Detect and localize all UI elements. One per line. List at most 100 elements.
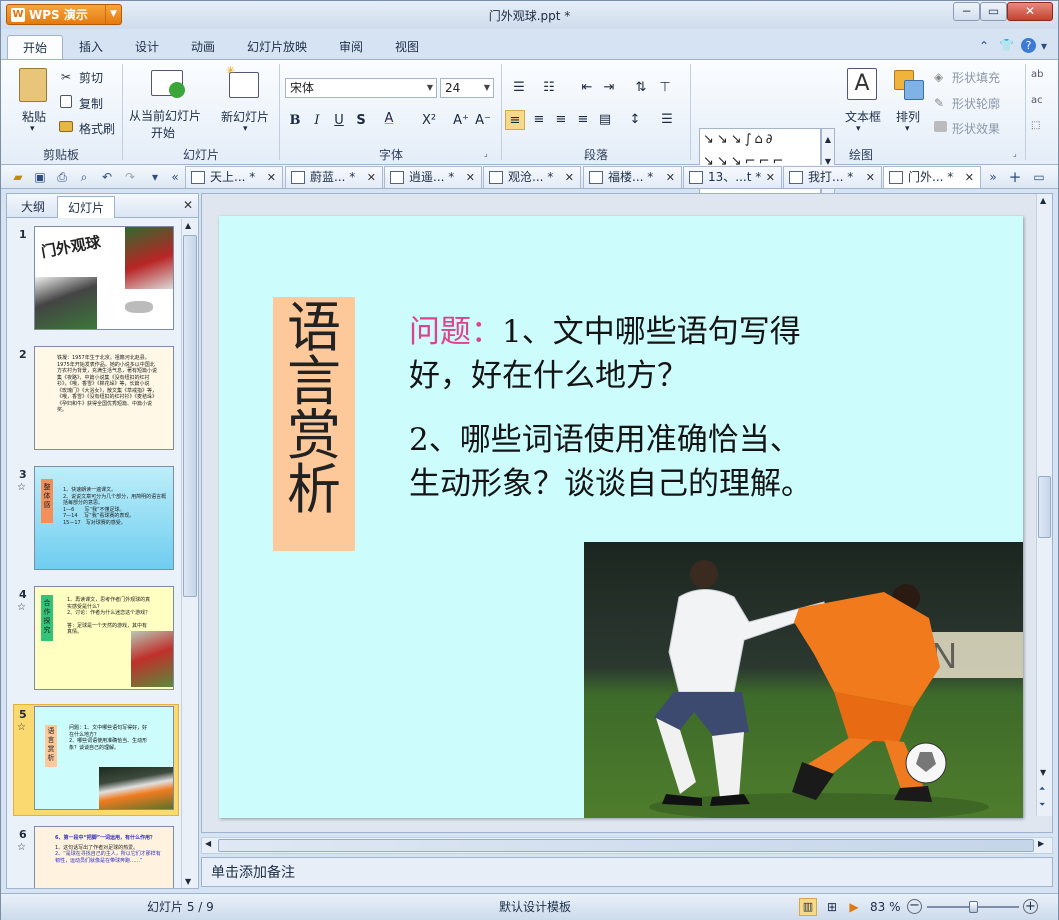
save-icon[interactable]: ▣ [32, 169, 48, 185]
hscrollbar-thumb[interactable] [218, 839, 1034, 852]
slide-thumbnail-5[interactable]: 语言赏析 问题：1、文中哪些语句写得好，好在什么地方？ 2、哪些词语使用准确恰当、… [34, 706, 174, 810]
font-color-button[interactable]: A [379, 109, 399, 129]
chevron-down-icon[interactable]: ▼ [424, 79, 436, 97]
tab-start[interactable]: 开始 [7, 35, 63, 59]
doc-tab[interactable]: 13、...t * ✕ [683, 166, 782, 188]
text-direction-icon[interactable]: ⇅ [631, 78, 651, 98]
font-size-combo[interactable]: 24 ▼ [440, 78, 494, 98]
cut-button[interactable]: 剪切 [79, 69, 103, 86]
print-preview-icon[interactable]: ⌕ [76, 169, 92, 185]
help-icon[interactable]: ? [1021, 38, 1036, 53]
underline-button[interactable]: U [329, 111, 349, 131]
slide-sorter-icon[interactable]: ⊞ [823, 898, 841, 916]
scrollbar-thumb[interactable] [183, 235, 197, 597]
from-current-slide-label2[interactable]: 开始 [151, 124, 175, 141]
slide-thumbnail-6[interactable]: 6、第一段中“把脚”一词运用，有什么作用？ 1、这句话写出了作者对足球的热爱。 … [34, 826, 174, 888]
align-center-button[interactable]: ≡ [529, 110, 549, 130]
italic-button[interactable]: I [307, 111, 327, 131]
align-text-icon[interactable]: ⊤ [655, 78, 675, 98]
line-spacing-icon[interactable]: ↕ [625, 110, 645, 130]
scroll-down-icon[interactable]: ▼ [1040, 768, 1046, 777]
minimize-button[interactable]: − [953, 2, 980, 21]
print-icon[interactable]: ⎙ [54, 169, 70, 185]
doc-tab[interactable]: 观沧... * ✕ [483, 166, 581, 188]
textbox-button[interactable]: 文本框 [845, 108, 881, 125]
normal-view-icon[interactable]: ▥ [799, 898, 817, 916]
scroll-up-icon[interactable]: ▲ [185, 221, 191, 230]
tabs-left-icon[interactable]: « [167, 169, 183, 185]
bold-button[interactable]: B [285, 111, 305, 131]
arrange-dropdown-icon[interactable]: ▾ [905, 124, 910, 134]
close-button[interactable]: ✕ [1007, 2, 1053, 21]
undo-icon[interactable]: ↶ [99, 169, 115, 185]
new-tab-icon[interactable]: + [1007, 169, 1023, 185]
scroll-right-icon[interactable]: ▶ [1038, 839, 1044, 848]
slide-thumbnail-1[interactable]: 门外观球 [34, 226, 174, 330]
slide-thumbnail-4[interactable]: 合作探究 1、再读课文，思考作者门外观球的真实感受是什么？ 2、讨论：作者为什么迷… [34, 586, 174, 690]
design-template-label[interactable]: 默认设计模板 [499, 894, 571, 920]
font-family-combo[interactable]: 宋体 ▼ [285, 78, 437, 98]
shrink-font-button[interactable]: A⁻ [473, 111, 493, 131]
tab-list-icon[interactable]: ▭ [1031, 169, 1047, 185]
tab-animation[interactable]: 动画 [179, 35, 227, 59]
ribbon-collapse-icon[interactable]: ⌃ [979, 39, 989, 53]
zoom-in-button[interactable]: + [1023, 899, 1038, 914]
distribute-button[interactable]: ▤ [595, 110, 615, 130]
arrange-button[interactable]: 排列 [896, 108, 920, 125]
zoom-slider-thumb[interactable] [969, 901, 979, 913]
close-icon[interactable]: ✕ [766, 167, 775, 188]
open-folder-icon[interactable]: ▰ [10, 169, 26, 185]
paste-dropdown-icon[interactable]: ▾ [30, 124, 35, 134]
superscript-button[interactable]: X² [419, 111, 439, 131]
zoom-out-button[interactable]: − [907, 899, 922, 914]
previous-slide-icon[interactable]: ⏶ [1039, 784, 1045, 794]
close-icon[interactable]: ✕ [866, 167, 875, 188]
textbox-dropdown-icon[interactable]: ▾ [856, 124, 861, 134]
decrease-indent-icon[interactable]: ⇤ [577, 78, 597, 98]
doc-tab[interactable]: 福楼... * ✕ [583, 166, 682, 188]
question-1-text[interactable]: 问题：1、文中哪些语句写得 好，好在什么地方？ [409, 310, 889, 398]
tab-slideshow[interactable]: 幻灯片放映 [237, 35, 317, 59]
tabs-right-icon[interactable]: » [985, 169, 1001, 185]
dialog-launcher-icon[interactable]: ⌟ [484, 149, 488, 158]
shape-effect-button[interactable]: 形状效果 [952, 120, 1000, 137]
replace-icon[interactable]: ac [1031, 95, 1043, 106]
chevron-down-icon[interactable]: ▼ [481, 79, 493, 97]
columns-icon[interactable]: ☰ [657, 110, 677, 130]
tab-slides[interactable]: 幻灯片 [57, 196, 115, 218]
slides-pane-scrollbar[interactable]: ▲ ▼ [181, 219, 198, 888]
scroll-up-icon[interactable]: ▲ [1040, 196, 1046, 205]
close-icon[interactable]: ✕ [666, 167, 675, 188]
scroll-down-icon[interactable]: ▼ [185, 877, 191, 886]
slide-editor-scrollbar[interactable]: ▲ ▼ ⏶ ⏷ [1036, 194, 1052, 816]
shape-outline-button[interactable]: 形状轮廓 [952, 95, 1000, 112]
new-slide-dropdown-icon[interactable]: ▾ [243, 124, 248, 134]
soccer-photo[interactable]: N [584, 542, 1023, 818]
scrollbar-thumb[interactable] [1038, 476, 1051, 538]
quick-access-dropdown-icon[interactable]: ▾ [147, 169, 163, 185]
numbering-icon[interactable]: ☷ [539, 78, 559, 98]
new-slide-button[interactable]: 新幻灯片 [221, 108, 269, 125]
shirt-icon[interactable]: 👕 [999, 38, 1014, 52]
close-icon[interactable]: ✕ [466, 167, 475, 188]
close-icon[interactable]: ✕ [965, 167, 974, 188]
close-icon[interactable]: ✕ [183, 198, 193, 212]
doc-tab[interactable]: 我打... * ✕ [783, 166, 882, 188]
current-slide[interactable]: 语言赏析 问题：1、文中哪些语句写得 好，好在什么地方？ 2、哪些词语使用准确恰… [219, 216, 1023, 818]
tab-view[interactable]: 视图 [383, 35, 431, 59]
align-left-button[interactable]: ≡ [505, 110, 525, 130]
tab-outline[interactable]: 大纲 [11, 196, 55, 218]
slide-editor-hscrollbar[interactable]: ◀ ▶ [201, 837, 1053, 854]
close-icon[interactable]: ✕ [267, 167, 276, 188]
zoom-value[interactable]: 83 % [870, 894, 901, 920]
copy-button[interactable]: 复制 [79, 95, 103, 112]
align-right-button[interactable]: ≡ [551, 110, 571, 130]
doc-tab[interactable]: 天上... * ✕ [185, 166, 283, 188]
format-painter-button[interactable]: 格式刷 [79, 120, 115, 137]
tab-design[interactable]: 设计 [123, 35, 171, 59]
notes-pane[interactable]: 单击添加备注 [201, 857, 1053, 887]
question-2-text[interactable]: 2、哪些词语使用准确恰当、 生动形象？谈谈自己的理解。 [409, 418, 889, 506]
shape-fill-button[interactable]: 形状填充 [952, 69, 1000, 86]
next-slide-icon[interactable]: ⏷ [1039, 800, 1045, 810]
slide-vertical-title[interactable]: 语言赏析 [273, 297, 355, 551]
